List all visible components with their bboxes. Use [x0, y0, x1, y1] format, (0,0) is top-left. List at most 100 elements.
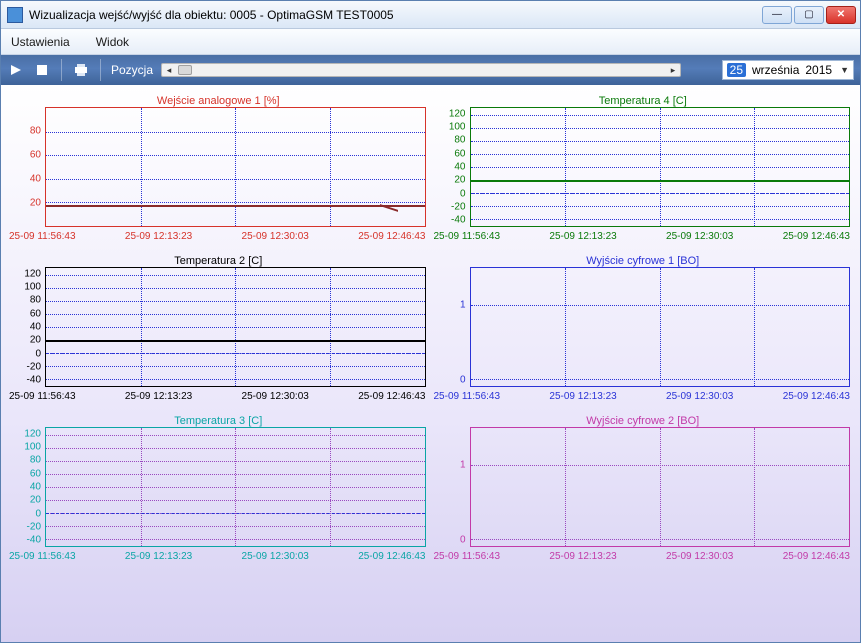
y-tick: 60: [9, 468, 41, 479]
x-tick: 25-09 11:56:43: [9, 551, 76, 565]
titlebar: Wizualizacja wejść/wyjść dla obiektu: 00…: [1, 1, 860, 29]
series-temp4: [471, 180, 850, 182]
x-tick: 25-09 11:56:43: [9, 391, 76, 405]
y-tick: 120: [9, 268, 41, 279]
gridline-v: [565, 268, 566, 386]
x-tick: 25-09 12:30:03: [666, 551, 733, 565]
app-window: Wizualizacja wejść/wyjść dla obiektu: 00…: [0, 0, 861, 643]
menu-view[interactable]: Widok: [90, 32, 135, 52]
minimize-button[interactable]: —: [762, 6, 792, 24]
y-tick: 20: [434, 175, 466, 186]
y-tick: -40: [9, 375, 41, 386]
y-tick: -40: [434, 215, 466, 226]
plot-area: [45, 427, 426, 547]
chart-grid: Wejście analogowe 1 [%] 20 40 60 80 25-09 11:…: [9, 95, 852, 634]
x-tick: 25-09 12:30:03: [242, 231, 309, 245]
x-tick: 25-09 12:13:23: [549, 231, 616, 245]
gridline-v: [660, 268, 661, 386]
plot-area: [45, 107, 426, 227]
y-tick: 60: [9, 150, 41, 161]
x-tick: 25-09 11:56:43: [434, 551, 501, 565]
series-zero: [471, 193, 850, 194]
date-month: września: [752, 63, 799, 77]
scroll-thumb[interactable]: [178, 65, 192, 75]
play-button[interactable]: [7, 61, 25, 79]
gridline-v: [754, 428, 755, 546]
chart-c3: Wyjście cyfrowe 1 [BO]0125-09 11:56:4325…: [434, 255, 853, 405]
scroll-left-button[interactable]: ◂: [162, 64, 176, 76]
print-icon: [73, 62, 89, 78]
y-tick: -40: [9, 535, 41, 546]
x-tick: 25-09 12:46:43: [783, 231, 850, 245]
stop-button[interactable]: [33, 61, 51, 79]
x-tick: 25-09 11:56:43: [434, 231, 501, 245]
position-scrollbar[interactable]: ◂ ▸: [161, 63, 681, 77]
separator: [61, 59, 62, 81]
x-tick: 25-09 12:46:43: [783, 551, 850, 565]
y-tick: 80: [9, 295, 41, 306]
y-tick: 0: [434, 534, 466, 545]
x-tick: 25-09 12:46:43: [783, 391, 850, 405]
date-picker[interactable]: 25 września 2015 ▼: [722, 60, 854, 80]
gridline-v: [754, 268, 755, 386]
x-tick: 25-09 12:13:23: [125, 551, 192, 565]
play-icon: [10, 64, 22, 76]
gridline-v: [235, 108, 236, 226]
plot-area: [470, 427, 851, 547]
y-tick: 40: [9, 174, 41, 185]
gridline-v: [565, 428, 566, 546]
chart-title: Temperatura 4 [C]: [599, 95, 687, 107]
maximize-button[interactable]: ▢: [794, 6, 824, 24]
x-axis-labels: 25-09 11:56:4325-09 12:13:2325-09 12:30:…: [434, 391, 853, 405]
y-tick: -20: [9, 522, 41, 533]
y-tick: 60: [9, 308, 41, 319]
x-tick: 25-09 12:30:03: [242, 391, 309, 405]
chart-c0: Wejście analogowe 1 [%]2040608025-09 11:…: [9, 95, 428, 245]
close-button[interactable]: ✕: [826, 6, 856, 24]
print-button[interactable]: [72, 61, 90, 79]
gridline-v: [141, 268, 142, 386]
menu-settings[interactable]: Ustawienia: [5, 32, 76, 52]
gridline-v: [330, 108, 331, 226]
x-tick: 25-09 12:30:03: [242, 551, 309, 565]
gridline-v: [235, 268, 236, 386]
date-day: 25: [727, 63, 746, 77]
x-axis-labels: 25-09 11:56:4325-09 12:13:2325-09 12:30:…: [434, 231, 853, 245]
y-axis-labels: 01: [434, 427, 468, 547]
series-temp2: [46, 340, 425, 342]
series-zero: [46, 353, 425, 354]
y-tick: 120: [434, 108, 466, 119]
scroll-right-button[interactable]: ▸: [666, 64, 680, 76]
y-tick: 0: [434, 188, 466, 199]
stop-icon: [37, 65, 47, 75]
y-tick: 80: [9, 455, 41, 466]
y-tick: 20: [9, 335, 41, 346]
gridline-v: [141, 428, 142, 546]
gridline-v: [235, 428, 236, 546]
separator: [100, 59, 101, 81]
x-axis-labels: 25-09 11:56:43 25-09 12:13:23 25-09 12:30:…: [9, 391, 428, 405]
gridline-v: [660, 428, 661, 546]
y-tick: 40: [9, 482, 41, 493]
y-axis-labels: -40-20020406080100120: [434, 107, 468, 227]
x-tick: 25-09 12:46:43: [358, 391, 425, 405]
x-axis-labels: 25-09 11:56:43 25-09 12:13:23 25-09 12:30:…: [9, 551, 428, 565]
x-tick: 25-09 12:13:23: [549, 551, 616, 565]
y-tick: 120: [9, 428, 41, 439]
gridline-v: [754, 108, 755, 226]
series-zero: [46, 513, 425, 514]
x-tick: 25-09 12:30:03: [666, 391, 733, 405]
chart-title: Wyjście cyfrowe 2 [BO]: [586, 415, 699, 427]
chart-title: Wejście analogowe 1 [%]: [157, 95, 280, 107]
y-tick: 100: [9, 281, 41, 292]
y-axis-labels: -40-20020406080100120: [9, 427, 43, 547]
gridline-v: [660, 108, 661, 226]
y-tick: -20: [9, 362, 41, 373]
x-axis-labels: 25-09 11:56:4325-09 12:13:2325-09 12:30:…: [9, 231, 428, 245]
plot-area: [470, 267, 851, 387]
chart-canvas: Wejście analogowe 1 [%] 20 40 60 80 25-09 11:…: [1, 85, 860, 642]
y-tick: 20: [9, 495, 41, 506]
y-tick: 0: [434, 374, 466, 385]
plot-area: [45, 267, 426, 387]
x-tick: 25-09 12:13:23: [125, 391, 192, 405]
